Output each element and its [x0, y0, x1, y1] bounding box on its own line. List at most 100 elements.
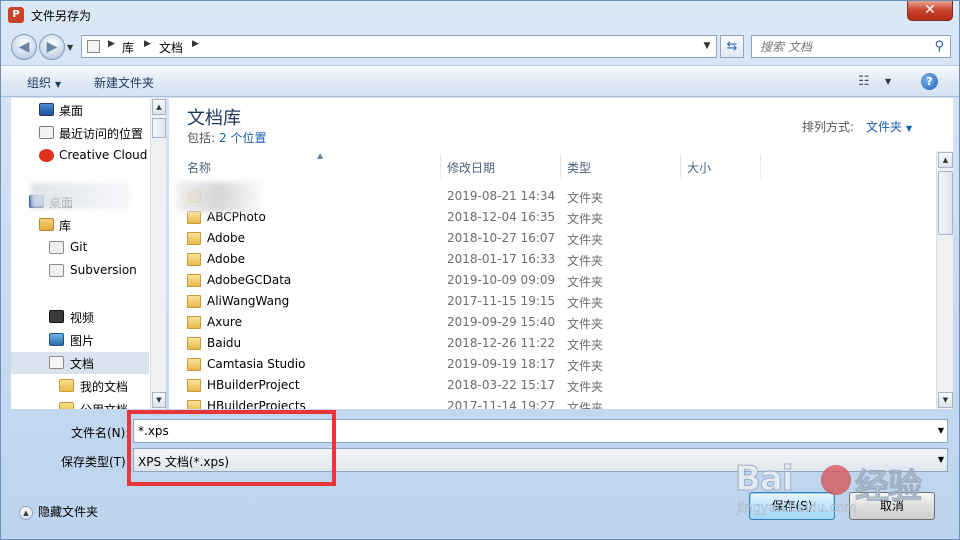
recent-places-icon: [39, 126, 54, 139]
breadcrumb-arrow-icon[interactable]: ▶: [144, 39, 151, 49]
folder-icon: [187, 274, 201, 287]
nav-item-desktop-favorite[interactable]: 桌面: [11, 99, 149, 121]
baidu-watermark: Bai 经验 jingyan.baidu.com: [729, 459, 949, 523]
help-icon[interactable]: ?: [921, 73, 938, 90]
forward-arrow-icon: ▶: [46, 39, 58, 55]
nav-item-video[interactable]: 视频: [11, 306, 149, 328]
column-header-type[interactable]: 类型: [561, 154, 681, 178]
nav-item-pictures[interactable]: 图片: [11, 329, 149, 351]
table-row[interactable]: ABCPhoto 2018-12-04 16:35 文件夹: [181, 207, 937, 228]
column-header-size[interactable]: 大小: [681, 154, 761, 178]
file-date: 2019-09-29 15:40: [447, 315, 556, 329]
folder-icon: [59, 379, 74, 392]
navigation-pane: 桌面 最近访问的位置 Creative Cloud 桌面 库 Git Subve…: [11, 98, 166, 409]
table-row[interactable]: Camtasia Studio 2019-09-19 18:17 文件夹: [181, 354, 937, 375]
redacted-area: [31, 183, 131, 209]
nav-item-documents[interactable]: 文档: [11, 352, 149, 374]
file-type: 文件夹: [567, 401, 604, 409]
nav-item-label: Git: [70, 240, 88, 254]
organize-label: 组织: [27, 76, 52, 90]
nav-item-public-documents[interactable]: 公用文档: [11, 398, 149, 409]
scroll-down-icon[interactable]: ▼: [152, 392, 166, 408]
column-header-date[interactable]: 修改日期: [441, 154, 561, 178]
table-row[interactable]: Adobe 2018-10-27 16:07 文件夹: [181, 228, 937, 249]
file-name: Camtasia Studio: [207, 357, 306, 371]
folder-icon: [187, 295, 201, 308]
table-row[interactable]: Baidu 2018-12-26 11:22 文件夹: [181, 333, 937, 354]
scroll-down-icon[interactable]: ▼: [938, 392, 953, 408]
library-includes: 包括: 2 个位置: [187, 129, 267, 146]
folder-icon: [187, 400, 201, 409]
forward-button[interactable]: ▶: [39, 34, 65, 60]
organize-menu[interactable]: 组织 ▼: [27, 74, 61, 91]
file-name: Axure: [207, 315, 242, 329]
nav-item-label: Subversion: [70, 263, 137, 277]
search-box[interactable]: ⚲: [751, 35, 951, 58]
file-name: AliWangWang: [207, 294, 290, 308]
nav-item-recent-places[interactable]: 最近访问的位置: [11, 122, 149, 144]
nav-item-library[interactable]: 库: [11, 214, 149, 236]
breadcrumb-arrow-icon[interactable]: ▶: [192, 39, 199, 49]
nav-item-label: 文档: [70, 357, 95, 371]
table-row[interactable]: Axure 2019-09-29 15:40 文件夹: [181, 312, 937, 333]
column-header-name[interactable]: 名称 ▲: [181, 151, 441, 178]
nav-item-label: 库: [59, 219, 72, 233]
watermark-url: jingyan.baidu.com: [737, 501, 857, 516]
nav-item-subversion[interactable]: Subversion: [11, 260, 149, 282]
chevron-down-icon[interactable]: ▼: [938, 426, 944, 435]
close-button[interactable]: ✕: [907, 1, 953, 21]
hide-folders-toggle[interactable]: ▲ 隐藏文件夹: [19, 503, 98, 520]
nav-item-creative-cloud[interactable]: Creative Cloud: [11, 145, 149, 167]
breadcrumb-arrow-icon[interactable]: ▶: [108, 39, 115, 49]
folder-icon: [187, 379, 201, 392]
file-type: 文件夹: [567, 359, 604, 373]
window-title: 文件另存为: [31, 9, 92, 23]
navigation-scrollbar[interactable]: ▲ ▼: [150, 98, 166, 409]
view-options-icon[interactable]: ☷: [858, 74, 870, 89]
nav-item-label: Creative Cloud: [59, 148, 148, 162]
back-button[interactable]: ◀: [11, 34, 37, 60]
file-date: 2017-11-14 19:27: [447, 399, 556, 409]
file-type: 文件夹: [567, 254, 604, 268]
table-row[interactable]: HBuilderProjects 2017-11-14 19:27 文件夹: [181, 396, 937, 409]
filetype-label: 保存类型(T):: [61, 455, 130, 469]
table-row[interactable]: AdobeGCData 2019-10-09 09:09 文件夹: [181, 270, 937, 291]
scroll-up-icon[interactable]: ▲: [938, 152, 953, 168]
folder-icon: [187, 358, 201, 371]
file-date: 2018-12-26 11:22: [447, 336, 556, 350]
table-row[interactable]: Adobe 2018-01-17 16:33 文件夹: [181, 249, 937, 270]
nav-item-git[interactable]: Git: [11, 237, 149, 259]
file-list-scrollbar[interactable]: ▲ ▼: [936, 151, 953, 409]
table-row[interactable]: AliWangWang 2017-11-15 19:15 文件夹: [181, 291, 937, 312]
breadcrumb-documents[interactable]: 文档: [159, 39, 183, 56]
nav-item-my-documents[interactable]: 我的文档: [11, 375, 149, 397]
breadcrumb-library[interactable]: 库: [122, 39, 134, 56]
recent-locations-dropdown[interactable]: ▼: [67, 43, 73, 52]
folder-icon: [187, 232, 201, 245]
table-row[interactable]: 2019-08-21 14:34 文件夹: [181, 186, 937, 207]
locations-link[interactable]: 2 个位置: [219, 131, 266, 145]
highlight-annotation-box: [127, 410, 336, 486]
arrange-by-dropdown[interactable]: 文件夹 ▼: [866, 118, 912, 135]
scrollbar-thumb[interactable]: [152, 118, 166, 138]
arrange-by-label: 排列方式:: [802, 120, 855, 134]
filename-label: 文件名(N):: [71, 426, 130, 440]
folder-icon: [187, 253, 201, 266]
table-row[interactable]: HBuilderProject 2018-03-22 15:17 文件夹: [181, 375, 937, 396]
search-input[interactable]: [760, 37, 930, 57]
title-bar[interactable]: P 文件另存为 ✕: [1, 1, 959, 29]
address-bar[interactable]: ▶ 库 ▶ 文档 ▶ ▼: [81, 35, 717, 58]
refresh-button[interactable]: ⇆: [720, 35, 744, 58]
address-dropdown[interactable]: ▼: [698, 36, 716, 57]
scrollbar-thumb[interactable]: [938, 171, 953, 235]
column-headers: 名称 ▲ 修改日期 类型 大小: [181, 151, 937, 178]
file-name: HBuilderProjects: [207, 399, 306, 409]
column-header-label: 名称: [187, 161, 212, 175]
new-folder-button[interactable]: 新建文件夹: [94, 74, 154, 91]
view-dropdown[interactable]: ▼: [885, 77, 891, 86]
hide-folders-label: 隐藏文件夹: [38, 505, 99, 519]
scroll-up-icon[interactable]: ▲: [152, 99, 166, 115]
file-name: ABCPhoto: [207, 210, 266, 224]
search-icon[interactable]: ⚲: [934, 39, 944, 54]
save-as-dialog: P 文件另存为 ✕ ◀ ▶ ▼ ▶ 库 ▶ 文档 ▶ ▼ ⇆ ⚲ 组织▼ 新建文…: [0, 0, 960, 540]
